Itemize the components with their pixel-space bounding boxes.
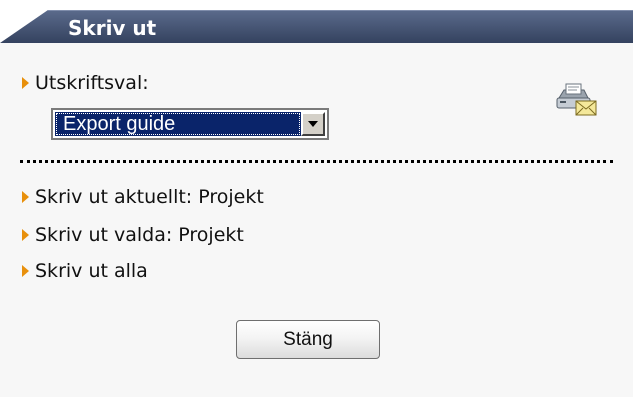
dropdown-button[interactable] [301,112,325,136]
chevron-down-icon [308,121,318,127]
panel-header: Skriv ut [0,10,633,43]
printer-mail-icon[interactable] [555,82,597,116]
orange-arrow-icon [22,191,29,203]
panel-title: Skriv ut [68,16,157,40]
dotted-divider [20,160,613,163]
print-all-label[interactable]: Skriv ut alla [35,260,148,282]
orange-arrow-icon [22,265,29,277]
close-button[interactable]: Stäng [236,320,380,359]
orange-arrow-icon [22,229,29,241]
print-all-link[interactable]: Skriv ut alla [22,258,148,284]
print-options-selected-value[interactable]: Export guide [55,112,301,136]
print-selected-link[interactable]: Skriv ut valda: Projekt [22,222,244,248]
print-current-label[interactable]: Skriv ut aktuellt: Projekt [35,186,264,208]
print-selected-label[interactable]: Skriv ut valda: Projekt [35,224,244,246]
orange-arrow-icon [22,77,29,89]
print-options-select[interactable]: Export guide [51,108,329,140]
print-panel: Skriv ut Utskriftsval: Export guide Skri… [0,0,633,397]
print-options-label: Utskriftsval: [35,72,149,94]
print-options-label-row: Utskriftsval: [22,70,149,96]
print-current-link[interactable]: Skriv ut aktuellt: Projekt [22,184,264,210]
